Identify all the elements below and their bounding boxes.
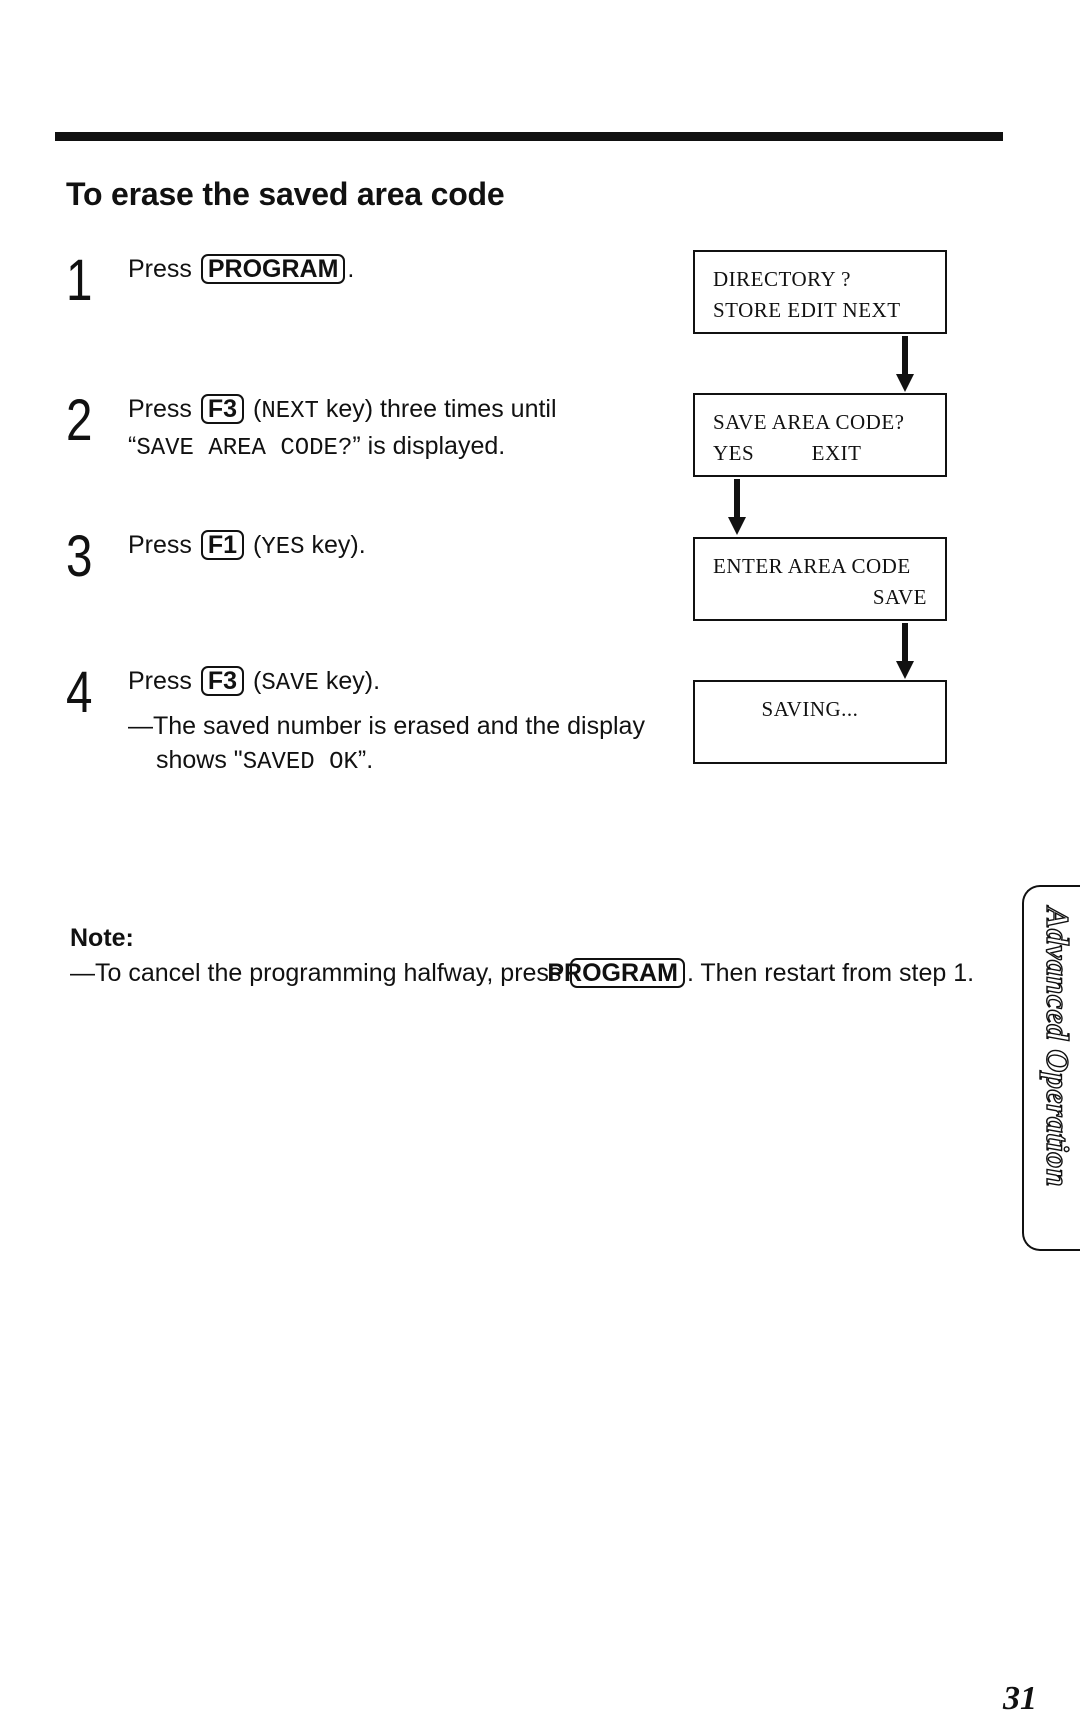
display-line-1: ENTER AREA CODE: [713, 554, 911, 578]
note-text-pre: —To cancel the programming halfway, pres…: [70, 959, 569, 987]
step-text: Press F3 (SAVE key). —The saved number i…: [128, 664, 688, 780]
step-text-pre: Press: [128, 395, 199, 423]
step-text-mid: (: [246, 395, 262, 423]
display-screen-1: DIRECTORY ? STORE EDIT NEXT: [693, 250, 947, 334]
step-number: 1: [66, 248, 93, 313]
result-text-end: ”.: [357, 746, 374, 774]
top-rule: [55, 132, 1003, 141]
step-number: 4: [66, 660, 93, 725]
step-text: Press F1 (YES key).: [128, 528, 648, 565]
step-text-mid: (: [246, 531, 262, 559]
step-text-mid: (: [246, 667, 262, 695]
note-body: —To cancel the programming halfway, pres…: [70, 956, 1000, 991]
display-line-2: YES EXIT: [713, 441, 862, 465]
page-number: 31: [1003, 1680, 1037, 1717]
note-text-post: . Then restart from step 1.: [686, 959, 975, 987]
step-text-pre: Press: [128, 531, 199, 559]
display-message: SAVED OK: [242, 749, 358, 776]
step-text-tail: ” is displayed.: [352, 432, 506, 460]
f3-key: F3: [200, 394, 245, 424]
step-text-post: .: [347, 255, 355, 283]
step-number: 3: [66, 524, 93, 589]
display-screen-4: SAVING...: [693, 680, 947, 764]
note-title: Note:: [70, 924, 134, 952]
section-heading: To erase the saved area code: [66, 176, 505, 212]
step-text-mid: key) three times until: [318, 395, 557, 423]
step-number: 2: [66, 388, 93, 453]
result-text: —The saved number is erased and the disp…: [128, 712, 645, 774]
display-line-2: STORE EDIT NEXT: [713, 298, 901, 322]
display-line-1: DIRECTORY ?: [713, 267, 851, 291]
program-key: PROGRAM: [547, 958, 685, 988]
f1-key: F1: [200, 530, 245, 560]
display-line-2: SAVE: [872, 585, 927, 609]
side-tab-label: Advanced Operation: [1039, 906, 1076, 1188]
section-side-tab: Advanced Operation: [1022, 885, 1080, 1251]
display-message: SAVE AREA CODE?: [136, 435, 353, 462]
display-line-1: SAVE AREA CODE?: [713, 410, 905, 434]
display-screen-2: SAVE AREA CODE? YES EXIT: [693, 393, 947, 477]
f3-key: F3: [200, 666, 245, 696]
next-key-label: NEXT: [261, 398, 319, 425]
yes-key-label: YES: [261, 534, 305, 561]
step-text: Press PROGRAM.: [128, 252, 648, 286]
program-key: PROGRAM: [200, 254, 346, 284]
step-text-pre: Press: [128, 667, 199, 695]
step-result: —The saved number is erased and the disp…: [128, 709, 688, 780]
display-line-1: SAVING...: [761, 697, 859, 721]
step-text: Press F3 (NEXT key) three times until “S…: [128, 392, 688, 466]
step-text-tail: key).: [318, 667, 381, 695]
step-text-pre: Press: [128, 255, 199, 283]
save-key-label: SAVE: [261, 670, 319, 697]
step-text-tail: key).: [304, 531, 366, 559]
display-screen-3: ENTER AREA CODE SAVE: [693, 537, 947, 621]
